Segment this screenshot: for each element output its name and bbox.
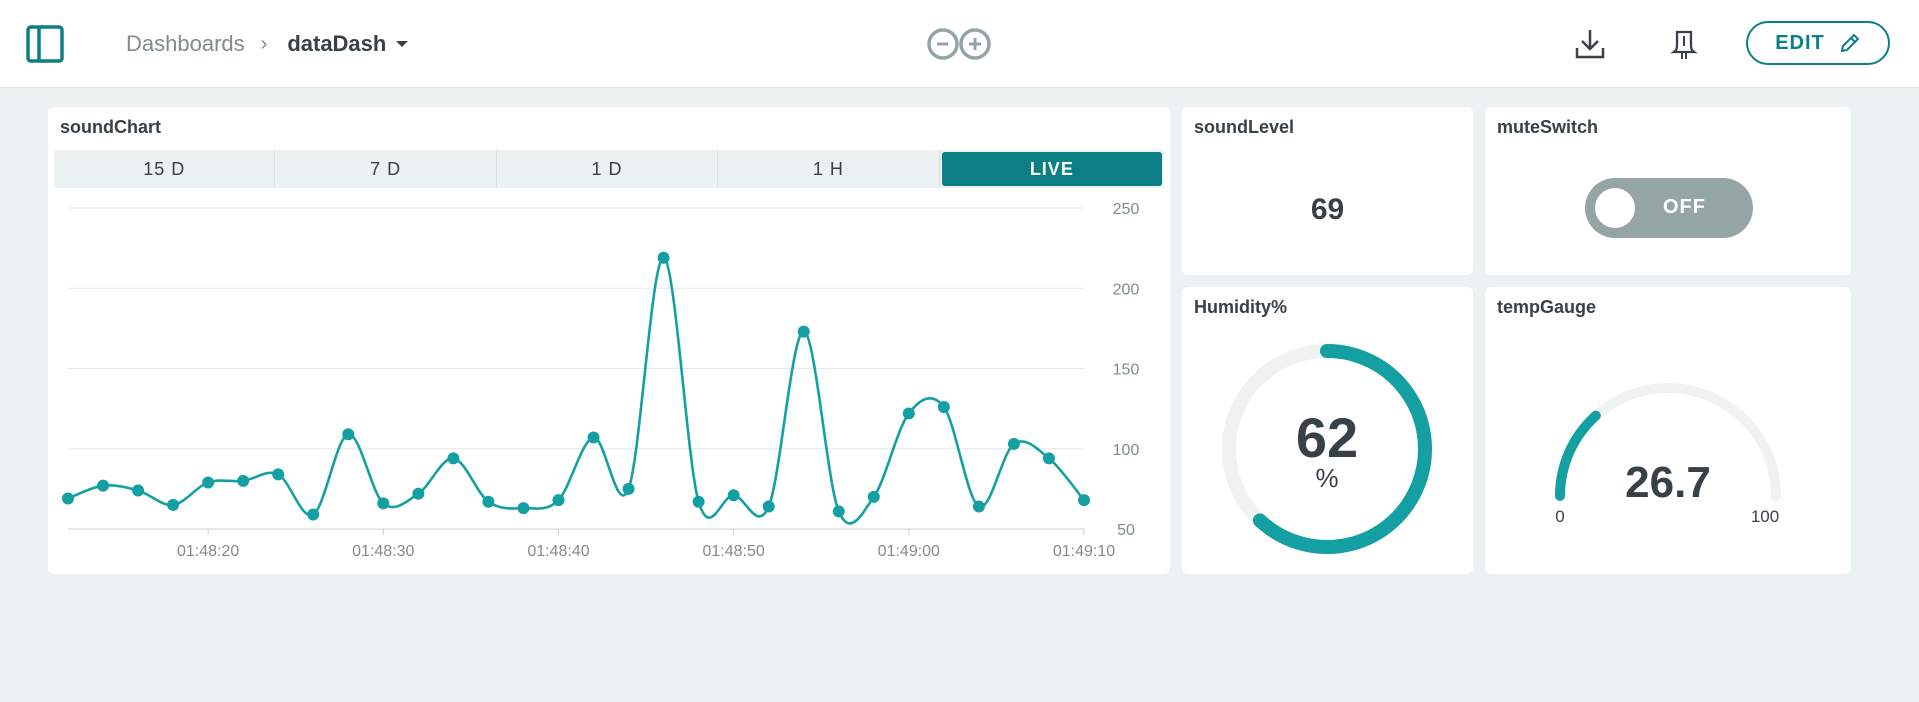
data-point — [132, 484, 145, 497]
humidity-ring-gauge: 62 % — [1222, 344, 1432, 554]
data-point — [552, 494, 565, 507]
data-point — [867, 490, 880, 503]
edit-button[interactable]: EDIT — [1746, 21, 1890, 65]
data-point — [517, 502, 530, 515]
line-chart: 50 100 150 200 250 01:48:20 01:48:30 01:48:40 01… — [62, 201, 1140, 560]
humidity-value: 62 — [1296, 406, 1358, 469]
top-bar: Dashboards › dataDash EDIT — [0, 0, 1919, 88]
data-point — [902, 407, 915, 420]
data-point — [972, 500, 985, 513]
data-point — [1078, 494, 1090, 507]
y-tick-label: 150 — [1113, 362, 1140, 379]
sound-level-value: 69 — [1310, 193, 1345, 226]
x-tick-label: 01:48:40 — [527, 543, 589, 560]
temp-gauge-widget: tempGauge 26.7 0 100 — [1485, 287, 1851, 574]
data-point — [482, 495, 495, 508]
data-point — [937, 401, 950, 414]
edit-button-label: EDIT — [1775, 31, 1825, 54]
data-point — [62, 492, 74, 505]
humidity-widget: Humidity% 62 % — [1182, 287, 1473, 574]
data-point — [622, 482, 635, 495]
download-icon[interactable] — [1572, 26, 1608, 62]
sound-level-widget: soundLevel 69 — [1182, 107, 1473, 275]
data-point — [202, 476, 215, 489]
data-point — [1042, 452, 1055, 465]
breadcrumb: Dashboards › dataDash — [126, 28, 409, 60]
temp-semicircle-gauge: 26.7 0 100 — [1555, 383, 1781, 526]
range-tab-1h[interactable]: 1 H — [718, 150, 940, 188]
breadcrumb-dashboards-link[interactable]: Dashboards — [126, 31, 245, 57]
range-tab-15d[interactable]: 15 D — [54, 150, 276, 188]
range-tab-1d[interactable]: 1 D — [497, 150, 719, 188]
time-range-tabs: 15 D 7 D 1 D 1 H LIVE — [54, 150, 1164, 188]
data-point — [237, 474, 250, 487]
dashboard-name[interactable]: dataDash — [287, 31, 386, 57]
widget-title: soundLevel — [1194, 117, 1295, 137]
data-point — [167, 498, 180, 511]
bell-icon[interactable] — [1666, 26, 1702, 62]
pencil-icon — [1840, 33, 1860, 53]
gauge-fill-arc — [1555, 410, 1601, 501]
data-point — [657, 251, 670, 264]
data-point — [1007, 437, 1020, 450]
data-point — [727, 489, 740, 502]
arduino-logo — [924, 26, 994, 62]
data-point — [692, 495, 705, 508]
x-tick-label: 01:49:00 — [878, 543, 940, 560]
data-point — [272, 468, 285, 481]
y-tick-label: 50 — [1117, 522, 1135, 539]
gauge-min-label: 0 — [1555, 507, 1564, 526]
series-line — [67, 256, 1086, 525]
sound-chart-widget: soundChart 15 D 7 D 1 D 1 H LIVE 50 100 15… — [48, 107, 1170, 574]
widget-title: soundChart — [60, 117, 161, 137]
data-point — [97, 479, 110, 492]
y-tick-label: 250 — [1113, 201, 1140, 218]
temp-value: 26.7 — [1625, 458, 1711, 507]
data-point — [587, 431, 600, 444]
data-point — [377, 497, 390, 510]
chevron-down-icon[interactable] — [396, 41, 409, 47]
humidity-unit: % — [1315, 463, 1338, 493]
data-point — [342, 428, 355, 441]
data-point — [797, 325, 810, 338]
widget-title: muteSwitch — [1497, 117, 1599, 137]
y-tick-label: 200 — [1113, 281, 1140, 298]
data-point — [307, 508, 320, 521]
x-tick-label: 01:48:50 — [703, 543, 765, 560]
data-point — [412, 487, 425, 500]
breadcrumb-separator: › — [260, 32, 268, 55]
y-tick-label: 100 — [1113, 442, 1140, 459]
x-tick-label: 01:48:30 — [352, 543, 414, 560]
mute-switch-widget: muteSwitch OFF — [1485, 107, 1851, 275]
data-point — [762, 500, 775, 513]
data-point — [447, 452, 460, 465]
x-tick-label: 01:48:20 — [177, 543, 239, 560]
toggle-state-label: OFF — [1663, 196, 1706, 218]
toggle-knob — [1595, 188, 1635, 228]
range-tab-live[interactable]: LIVE — [941, 152, 1163, 186]
range-tab-7d[interactable]: 7 D — [275, 150, 497, 188]
mute-toggle[interactable]: OFF — [1585, 178, 1753, 238]
sidebar-toggle-icon[interactable] — [26, 25, 64, 63]
x-tick-label: 01:49:10 — [1053, 543, 1115, 560]
data-point — [832, 505, 845, 518]
gauge-max-label: 100 — [1751, 507, 1779, 526]
